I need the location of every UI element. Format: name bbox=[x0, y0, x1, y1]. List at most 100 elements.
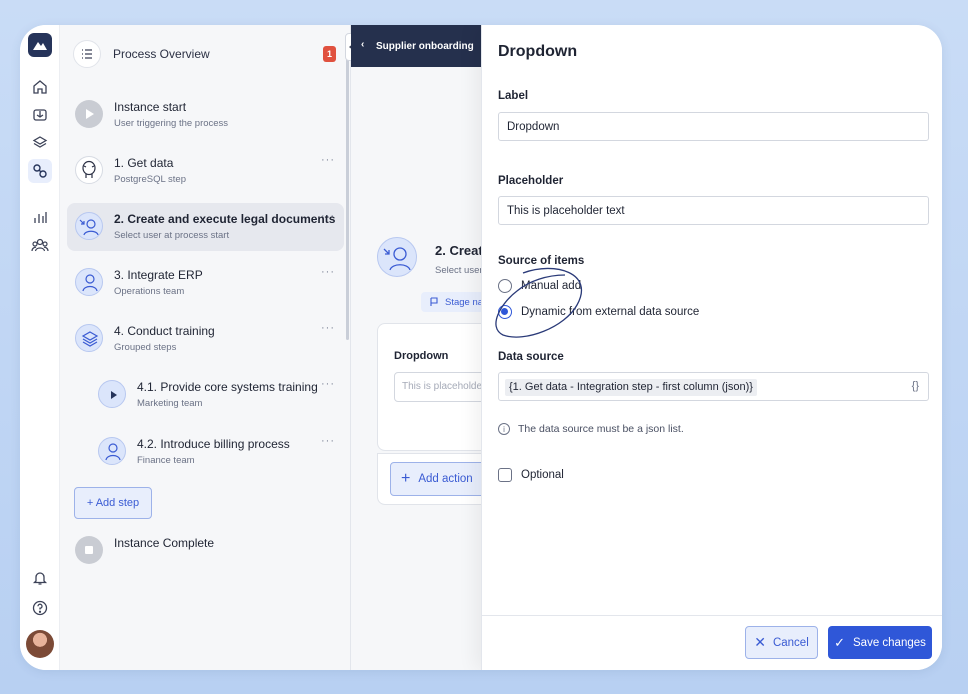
cancel-label: Cancel bbox=[772, 636, 809, 649]
user-select-icon bbox=[75, 212, 103, 240]
step-instance-start[interactable]: Instance start User triggering the proce… bbox=[67, 91, 344, 139]
more-icon[interactable]: ··· bbox=[321, 435, 335, 447]
steps-scrollbar[interactable] bbox=[346, 45, 349, 340]
source-of-items-label: Source of items bbox=[498, 255, 585, 267]
data-source-label: Data source bbox=[498, 351, 564, 363]
video-icon bbox=[98, 380, 126, 408]
step-title: 4.2. Introduce billing process bbox=[137, 437, 290, 451]
dropdown-preview: This is placeholder bbox=[394, 372, 481, 402]
step-title: Instance start bbox=[114, 100, 187, 114]
group-icon bbox=[75, 324, 103, 352]
panel-title: Dropdown bbox=[498, 43, 578, 60]
close-icon: ✕ bbox=[754, 634, 766, 650]
app-window: Process Overview 1 Instance start User t… bbox=[20, 25, 942, 670]
more-icon[interactable]: ··· bbox=[321, 378, 335, 390]
braces-icon[interactable]: {} bbox=[912, 380, 919, 392]
stage-name-chip[interactable]: Stage na bbox=[421, 292, 481, 312]
save-changes-button[interactable]: ✓ Save changes bbox=[828, 626, 932, 659]
more-icon[interactable]: ··· bbox=[321, 210, 335, 222]
plus-icon: + bbox=[401, 470, 411, 487]
checkbox-label: Optional bbox=[521, 469, 564, 481]
step-create-legal-documents[interactable]: 2. Create and execute legal documents Se… bbox=[67, 203, 344, 251]
nav-rail bbox=[20, 25, 60, 670]
stage-subtitle: Select user bbox=[435, 265, 481, 276]
add-action-label: Add action bbox=[418, 473, 473, 485]
team-avatar-icon bbox=[75, 268, 103, 296]
panel-footer: ✕ Cancel ✓ Save changes bbox=[482, 615, 942, 670]
step-title: 3. Integrate ERP bbox=[114, 268, 203, 282]
home-icon[interactable] bbox=[28, 75, 52, 99]
field-label: Dropdown bbox=[394, 350, 449, 362]
dropdown-field-card[interactable]: Dropdown This is placeholder bbox=[377, 323, 481, 451]
field-settings-panel: Dropdown Label Placeholder Source of ite… bbox=[481, 25, 942, 670]
optional-checkbox[interactable]: Optional bbox=[498, 468, 564, 482]
hint-text: The data source must be a json list. bbox=[518, 423, 684, 435]
analytics-icon[interactable] bbox=[28, 205, 52, 229]
steps-sidebar: Process Overview 1 Instance start User t… bbox=[60, 25, 351, 670]
step-billing-process[interactable]: 4.2. Introduce billing process Finance t… bbox=[67, 428, 344, 476]
manual-add-radio[interactable]: Manual add bbox=[498, 279, 581, 293]
more-icon[interactable]: ··· bbox=[321, 154, 335, 166]
layers-icon[interactable] bbox=[28, 131, 52, 155]
save-label: Save changes bbox=[853, 636, 926, 649]
add-action-area: + Add action bbox=[377, 453, 481, 505]
data-source-token[interactable]: {1. Get data - Integration step - first … bbox=[505, 379, 757, 396]
data-source-hint: i The data source must be a json list. bbox=[498, 423, 684, 435]
step-integrate-erp[interactable]: 3. Integrate ERP Operations team ··· bbox=[67, 259, 344, 307]
add-step-button[interactable]: + Add step bbox=[74, 487, 152, 519]
process-icon[interactable] bbox=[28, 159, 52, 183]
step-subtitle: Marketing team bbox=[137, 398, 203, 409]
step-core-systems-training[interactable]: 4.1. Provide core systems training Marke… bbox=[67, 371, 344, 419]
process-canvas: ‹ Supplier onboarding 2. Creat Select us… bbox=[351, 25, 481, 670]
stop-icon bbox=[75, 536, 103, 564]
radio-label: Dynamic from external data source bbox=[521, 306, 700, 318]
stage-title: 2. Creat bbox=[435, 243, 481, 258]
user-select-icon bbox=[377, 237, 417, 277]
help-icon[interactable] bbox=[28, 596, 52, 620]
check-icon: ✓ bbox=[834, 634, 845, 650]
team-icon[interactable] bbox=[28, 233, 52, 257]
step-title: 2. Create and execute legal documents bbox=[114, 212, 336, 226]
notification-badge: 1 bbox=[323, 46, 336, 62]
list-icon bbox=[73, 40, 101, 68]
canvas-header: ‹ Supplier onboarding bbox=[351, 25, 481, 67]
step-subtitle: Operations team bbox=[114, 286, 185, 297]
label-field-label: Label bbox=[498, 90, 529, 102]
app-logo[interactable] bbox=[28, 33, 52, 57]
postgresql-icon bbox=[75, 156, 103, 184]
step-subtitle: User triggering the process bbox=[114, 118, 229, 129]
process-overview[interactable]: Process Overview bbox=[73, 40, 210, 68]
step-subtitle: PostgreSQL step bbox=[114, 174, 186, 185]
more-icon[interactable]: ··· bbox=[321, 266, 335, 278]
label-input[interactable] bbox=[498, 112, 929, 141]
step-get-data[interactable]: 1. Get data PostgreSQL step ··· bbox=[67, 147, 344, 195]
placeholder-input[interactable] bbox=[498, 196, 929, 225]
inbox-icon[interactable] bbox=[28, 103, 52, 127]
step-title: 4. Conduct training bbox=[114, 324, 215, 338]
stage-chip-label: Stage na bbox=[445, 296, 481, 308]
back-chevron-icon[interactable]: ‹ bbox=[361, 39, 364, 50]
add-action-button[interactable]: + Add action bbox=[390, 462, 481, 496]
team-avatar-icon bbox=[98, 437, 126, 465]
checkbox-box bbox=[498, 468, 512, 482]
play-icon bbox=[75, 100, 103, 128]
radio-circle bbox=[498, 279, 512, 293]
step-subtitle: Grouped steps bbox=[114, 342, 177, 353]
radio-circle bbox=[498, 305, 512, 319]
step-title: Instance Complete bbox=[114, 536, 215, 550]
data-source-input[interactable]: {1. Get data - Integration step - first … bbox=[498, 372, 929, 401]
step-instance-complete[interactable]: Instance Complete bbox=[67, 527, 344, 575]
placeholder-field-label: Placeholder bbox=[498, 175, 564, 187]
step-conduct-training[interactable]: 4. Conduct training Grouped steps ··· bbox=[67, 315, 344, 363]
process-name: Supplier onboarding bbox=[376, 40, 474, 52]
step-subtitle: Select user at process start bbox=[114, 230, 230, 241]
bell-icon[interactable] bbox=[28, 566, 52, 590]
more-icon[interactable]: ··· bbox=[321, 322, 335, 334]
dynamic-source-radio[interactable]: Dynamic from external data source bbox=[498, 305, 699, 319]
radio-label: Manual add bbox=[521, 280, 582, 292]
process-overview-label: Process Overview bbox=[113, 47, 210, 61]
step-subtitle: Finance team bbox=[137, 455, 195, 466]
user-avatar[interactable] bbox=[26, 630, 54, 658]
cancel-button[interactable]: ✕ Cancel bbox=[745, 626, 818, 659]
step-title: 4.1. Provide core systems training bbox=[137, 380, 318, 394]
